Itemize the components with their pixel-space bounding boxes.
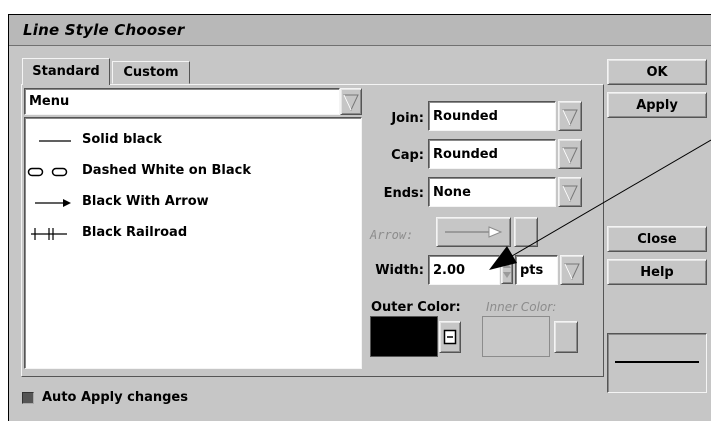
ok-button[interactable]: OK	[607, 59, 707, 85]
inner-color-label: Inner Color:	[486, 300, 557, 314]
width-unit-field[interactable]: pts	[515, 255, 558, 285]
inner-color-picker-button[interactable]	[554, 321, 578, 353]
chevron-down-icon	[562, 147, 578, 165]
close-button[interactable]: Close	[607, 226, 707, 252]
solid-line-icon	[39, 140, 71, 142]
apply-button-label: Apply	[636, 98, 678, 113]
tab-custom[interactable]: Custom	[112, 61, 190, 84]
join-label: Join:	[391, 111, 424, 126]
width-input[interactable]: 2.00	[428, 255, 500, 285]
tab-standard-label: Standard	[32, 64, 100, 79]
palette-icon	[443, 329, 457, 345]
window-title: Line Style Chooser	[23, 21, 185, 39]
auto-apply-label: Auto Apply changes	[42, 390, 188, 405]
close-button-label: Close	[637, 232, 677, 247]
help-button[interactable]: Help	[607, 259, 707, 285]
auto-apply-checkbox[interactable]	[22, 392, 34, 404]
width-stepper[interactable]	[501, 256, 513, 284]
width-value: 2.00	[433, 263, 466, 278]
railroad-line-icon	[31, 228, 67, 240]
list-item-label: Black With Arrow	[82, 194, 209, 209]
cap-value: Rounded	[433, 147, 498, 162]
chevron-down-icon	[343, 94, 359, 112]
cap-dropdown-button[interactable]	[558, 139, 582, 169]
join-field[interactable]: Rounded	[428, 101, 556, 131]
chevron-down-icon	[562, 185, 578, 203]
ends-field[interactable]: None	[428, 177, 556, 207]
list-item-label: Black Railroad	[82, 225, 188, 240]
apply-button[interactable]: Apply	[607, 92, 707, 118]
cap-field[interactable]: Rounded	[428, 139, 556, 169]
ok-button-label: OK	[646, 65, 668, 80]
dashed-line-icon	[27, 167, 68, 177]
ends-dropdown-button[interactable]	[558, 177, 582, 207]
chevron-down-icon	[564, 263, 580, 281]
arrow-label: Arrow:	[370, 228, 414, 242]
outer-color-picker-button[interactable]	[439, 321, 461, 353]
ends-value: None	[433, 185, 471, 200]
line-preview	[607, 333, 707, 393]
width-unit-value: pts	[520, 263, 544, 278]
menu-select-dropdown-button[interactable]	[340, 88, 362, 115]
list-item-label: Solid black	[82, 132, 162, 147]
outer-color-label: Outer Color:	[371, 300, 461, 315]
cap-label: Cap:	[391, 148, 424, 163]
arrow-line-icon	[35, 199, 71, 207]
chevron-down-icon	[562, 109, 578, 127]
title-bar[interactable]: Line Style Chooser	[9, 15, 711, 46]
join-dropdown-button[interactable]	[558, 101, 582, 131]
stepper-arrows-icon	[503, 262, 511, 278]
tab-custom-label: Custom	[123, 65, 179, 80]
tab-standard[interactable]: Standard	[22, 58, 110, 85]
help-button-label: Help	[640, 265, 674, 280]
menu-select-value: Menu	[29, 94, 70, 109]
outer-color-swatch[interactable]	[370, 316, 438, 357]
preview-line-icon	[615, 361, 699, 363]
width-unit-dropdown-button[interactable]	[560, 255, 584, 285]
inner-color-swatch[interactable]	[482, 316, 550, 357]
ends-label: Ends:	[383, 186, 424, 201]
width-label: Width:	[375, 263, 424, 278]
arrow-style-button[interactable]	[436, 217, 511, 247]
list-item-label: Dashed White on Black	[82, 163, 252, 178]
arrow-dropdown-button[interactable]	[514, 217, 538, 247]
arrow-preview-icon	[445, 226, 503, 238]
line-style-chooser-window: Line Style Chooser Standard Custom Menu …	[8, 14, 711, 421]
join-value: Rounded	[433, 109, 498, 124]
line-style-list[interactable]: Solid black Dashed White on Black Black …	[24, 117, 362, 369]
menu-select[interactable]: Menu	[24, 88, 340, 115]
